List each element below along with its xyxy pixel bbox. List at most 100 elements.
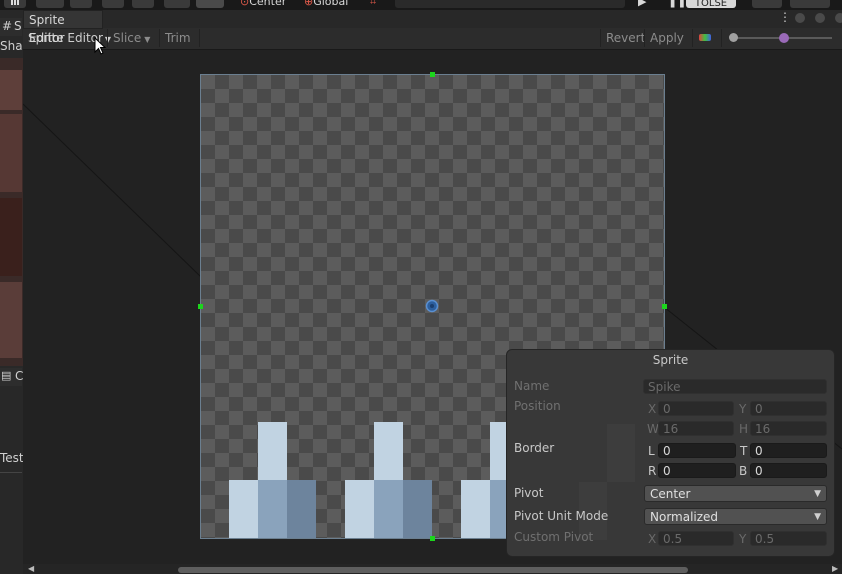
custom-pivot-y-field[interactable]: 0.5 <box>750 531 827 546</box>
pivot-handle[interactable] <box>425 299 439 313</box>
position-y-field[interactable]: 0 <box>750 401 827 416</box>
pivot-unit-label: Pivot Unit Mode <box>514 509 609 523</box>
border-b-field[interactable]: 0 <box>750 463 827 478</box>
tab-scene[interactable]: # S <box>0 18 22 36</box>
minimize-button[interactable] <box>795 13 805 23</box>
border-b-label: B <box>739 464 748 478</box>
chevron-down-icon: ▼ <box>144 35 151 44</box>
scroll-right-icon[interactable]: ▶ <box>832 564 838 573</box>
console-icon: ▤ <box>1 369 12 382</box>
border-preview <box>607 424 635 482</box>
pivot-label: Pivot <box>514 486 544 500</box>
resize-handle-left[interactable] <box>198 304 203 309</box>
zoom-slider[interactable] <box>721 29 842 47</box>
resize-handle-right[interactable] <box>662 304 667 309</box>
position-y-label: Y <box>739 402 747 416</box>
tab-scene-label: S <box>14 19 22 33</box>
play-button[interactable]: ▶ <box>638 0 646 8</box>
main-toolbar: ⊙Center ⊕Global ⌗ ▶ ❚❚ TOLSE <box>0 0 842 10</box>
name-field[interactable]: Spike <box>643 379 827 394</box>
position-x-field[interactable]: 0 <box>658 401 734 416</box>
asset-thumbnail[interactable] <box>0 198 22 276</box>
chevron-down-icon: ▼ <box>814 489 821 499</box>
border-l-field[interactable]: 0 <box>658 443 736 458</box>
toolbar-spacer <box>199 29 596 47</box>
custom-tool-button[interactable] <box>196 0 224 8</box>
border-r-label: R <box>648 464 657 478</box>
layers-label: TOLSE <box>694 0 728 9</box>
grid-icon: # <box>2 19 13 33</box>
global-icon: ⊕ <box>304 0 314 8</box>
spike-1 <box>229 422 316 538</box>
slice-dropdown[interactable]: Slice ▼ <box>107 29 155 47</box>
divider <box>0 472 22 473</box>
layout-dropdown[interactable] <box>790 0 830 8</box>
pause-button[interactable]: ❚❚ <box>668 0 686 8</box>
shader-item-label[interactable]: Shac <box>0 39 23 53</box>
asset-preview-strip <box>0 58 23 366</box>
scroll-left-icon[interactable]: ◀ <box>28 564 34 573</box>
rgb-icon <box>699 34 711 41</box>
tooltip-text: Sprite Editor <box>29 13 65 45</box>
trim-button[interactable]: Trim <box>159 29 196 47</box>
border-t-label: T <box>740 444 748 458</box>
revert-label: Revert <box>606 31 646 45</box>
border-l-label: L <box>648 444 655 458</box>
position-x-label: X <box>648 402 657 416</box>
left-dock-panel: # S Shac ▤ C Test <box>0 10 24 574</box>
custom-pivot-label: Custom Pivot <box>514 530 594 544</box>
horizontal-scrollbar[interactable]: ◀ ▶ <box>23 564 842 574</box>
asset-thumbnail[interactable] <box>0 70 22 110</box>
custom-pivot-x-label: X <box>648 532 657 546</box>
window-title-bar: ⋮ <box>0 10 842 29</box>
asset-thumbnail[interactable] <box>0 282 22 358</box>
sprite-properties-panel: Sprite Name Spike Position X 0 Y 0 W 16 … <box>506 349 835 557</box>
pivot-dropdown[interactable]: Center ▼ <box>644 485 827 502</box>
snap-icon[interactable]: ⌗ <box>370 0 376 9</box>
asset-thumbnail[interactable] <box>0 114 22 192</box>
custom-pivot-x-field[interactable]: 0.5 <box>658 531 734 546</box>
test-item-label[interactable]: Test <box>0 451 23 465</box>
slider-handle[interactable] <box>729 33 738 42</box>
slice-label: Slice <box>113 31 142 45</box>
hand-tool-button[interactable] <box>4 0 26 8</box>
layers-button[interactable]: TOLSE <box>686 0 736 9</box>
pivot-icon: ⊙ <box>240 0 250 8</box>
rotate-tool-button[interactable] <box>70 0 92 8</box>
apply-label: Apply <box>650 31 684 45</box>
resize-handle-bottom[interactable] <box>430 536 435 541</box>
position-h-field[interactable]: 16 <box>750 421 827 436</box>
border-r-field[interactable]: 0 <box>658 463 736 478</box>
revert-button[interactable]: Revert <box>600 29 650 47</box>
tooltip: Sprite Editor <box>23 10 103 45</box>
custom-pivot-y-label: Y <box>739 532 747 546</box>
pivot-rotation-label: Global <box>313 0 349 8</box>
rect-tool-button[interactable] <box>132 0 154 8</box>
pivot-unit-dropdown[interactable]: Normalized ▼ <box>644 508 827 525</box>
mouse-cursor-icon <box>94 37 107 55</box>
position-label: Position <box>514 399 561 413</box>
trim-label: Trim <box>165 31 191 45</box>
resize-handle-top[interactable] <box>430 72 435 77</box>
maximize-button[interactable] <box>815 13 825 23</box>
position-h-label: H <box>739 422 749 436</box>
layers-dropdown[interactable] <box>752 0 782 8</box>
scrollbar-thumb[interactable] <box>178 567 688 573</box>
tab-console[interactable]: ▤ C <box>0 368 23 386</box>
more-options-icon[interactable]: ⋮ <box>779 10 791 24</box>
pivot-mode-toggle[interactable]: ⊙Center <box>240 0 286 8</box>
pivot-mode-label: Center <box>249 0 287 8</box>
spike-2 <box>345 422 432 538</box>
move-tool-button[interactable] <box>36 0 64 8</box>
center-toolbar-space <box>395 0 625 8</box>
scale-tool-button[interactable] <box>102 0 124 8</box>
border-t-field[interactable]: 0 <box>750 443 827 458</box>
pivot-value: Center <box>650 487 691 501</box>
sprite-editor-toolbar: Sprite Editor ▼ Slice ▼ Trim Revert Apply <box>23 28 842 50</box>
apply-button[interactable]: Apply <box>644 29 689 47</box>
close-button[interactable] <box>835 13 842 23</box>
pivot-rotation-toggle[interactable]: ⊕Global <box>304 0 348 8</box>
position-w-field[interactable]: 16 <box>658 421 734 436</box>
color-channel-toggle[interactable] <box>692 29 721 47</box>
transform-tool-button[interactable] <box>164 0 190 8</box>
